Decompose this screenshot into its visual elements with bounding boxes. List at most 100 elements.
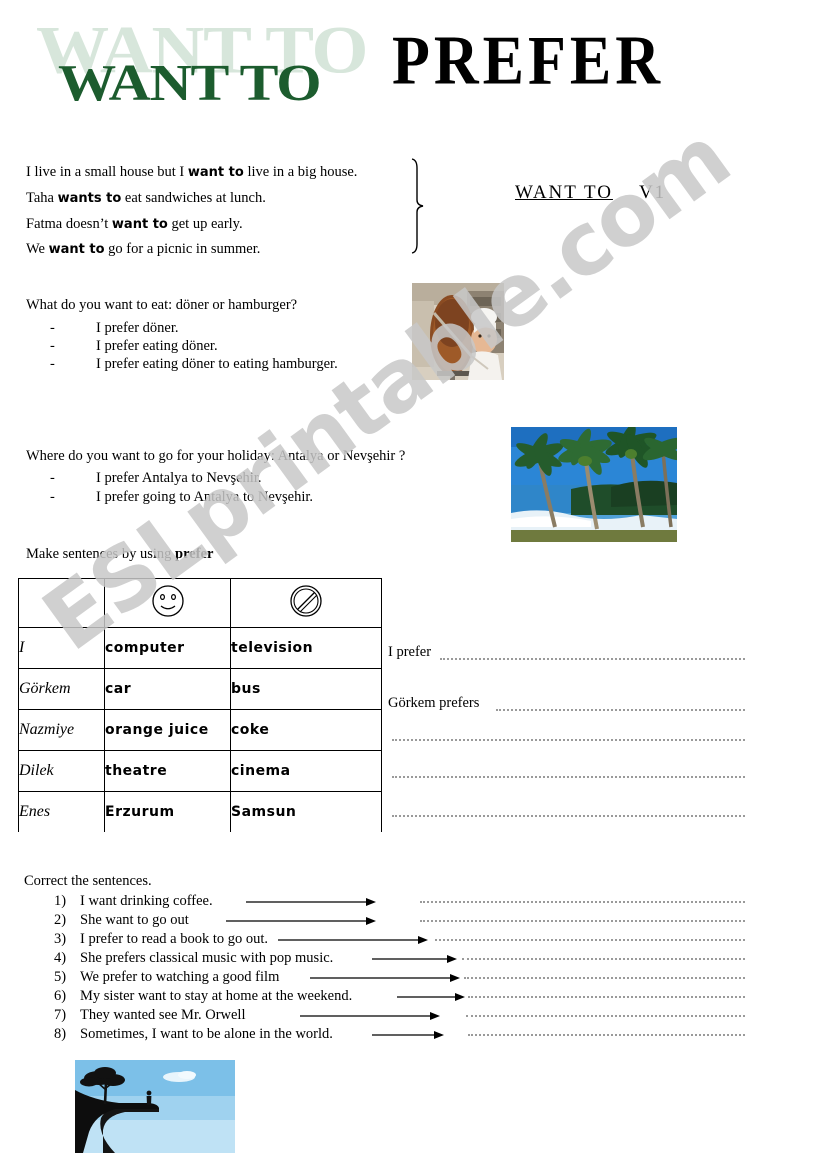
table-cell-name: Enes [18,791,105,832]
arrow-icon [310,970,460,982]
example-1-pre: I live in a small house but I [26,164,188,180]
table-cell-like: theatre [104,750,231,792]
example-2-post: eat sandwiches at lunch. [121,190,266,206]
correct-item-4: 4) She prefers classical music with pop m… [54,950,333,967]
table-cell-dislike: coke [230,709,382,751]
correct-item-7-number: 7) [54,1007,67,1023]
correct-item-8-text: Sometimes, I want to be alone in the wor… [80,1026,333,1042]
correct-answer-line[interactable] [420,920,745,922]
correct-item-8-number: 8) [54,1026,67,1042]
bullet-dash-icon: - [50,320,55,336]
curly-brace-icon [408,158,430,254]
correct-answer-line[interactable] [420,901,745,903]
table-cell-name: Görkem [18,668,105,710]
correct-answer-line[interactable] [468,1034,745,1036]
tropical-beach-photo [511,427,677,542]
table-row: Enes Erzurum Samsun [18,791,382,832]
correct-item-4-text: She prefers classical music with pop mus… [80,950,334,966]
want-to-formula: WANT TO V1 [515,182,666,204]
table-cell-dislike: television [230,627,382,669]
answer-starter-i-prefer: I prefer [388,644,432,660]
correct-item-6: 6) My sister want to stay at home at the … [54,988,352,1005]
example-3-bold: want to [111,217,168,232]
table-cell-dislike: Samsun [230,791,382,832]
answer-dotted-line[interactable] [440,658,745,660]
correct-instruction: Correct the sentences. [24,873,152,889]
answer-dotted-line[interactable] [392,776,745,778]
table-row: Nazmiye orange juice coke [18,709,382,751]
correct-item-3-text: I prefer to read a book to go out. [80,931,269,947]
correct-item-1-number: 1) [54,893,67,909]
doner-answer-1: - I prefer döner. [50,320,179,337]
doner-answer-2: - I prefer eating döner. [50,338,218,355]
correct-item-2: 2) She want to go out [54,912,189,929]
correct-item-2-text: She want to go out [80,912,189,928]
example-3-post: get up early. [167,216,243,232]
doner-answer-1-text: I prefer döner. [96,320,179,336]
want-to-formula-underlined: WANT TO [515,182,613,203]
table-instruction-pre: Make sentences by using [26,546,175,562]
correct-answer-line[interactable] [462,958,745,960]
arrow-icon [372,951,457,963]
correct-item-7: 7) They wanted see Mr. Orwell [54,1007,246,1024]
correct-item-3: 3) I prefer to read a book to go out. [54,931,268,948]
prefer-practice-table: I computer television Görkem car bus Naz… [18,578,382,832]
correct-item-2-number: 2) [54,912,67,928]
arrow-icon [278,932,428,944]
table-cell-like: computer [104,627,231,669]
example-sentence-3: Fatma doesn’t want to get up early. [26,216,243,233]
holiday-question: Where do you want to go for your holiday… [26,448,406,464]
correct-answer-line[interactable] [466,1015,745,1017]
table-instruction: Make sentences by using prefer [26,546,213,563]
answer-dotted-line[interactable] [496,709,745,711]
table-row: Görkem car bus [18,668,382,710]
correct-answer-line[interactable] [468,996,745,998]
arrow-icon [372,1027,444,1039]
prohibited-sign-icon [288,584,324,623]
table-row: I computer television [18,627,382,669]
bullet-dash-icon: - [50,356,55,372]
example-4-pre: We [26,241,49,257]
wordart-want-to: WANT TO WANT TO [28,12,368,127]
table-header-row [18,578,382,628]
correct-item-5-number: 5) [54,969,67,985]
table-cell-dislike: cinema [230,750,382,792]
prefer-title: PREFER [392,23,664,100]
holiday-answer-2: - I prefer going to Antalya to Nevşehir. [50,489,313,506]
want-to-formula-v1: V1 [638,182,667,203]
wordart-main-text: WANT TO [58,55,322,112]
correct-item-5-text: We prefer to watching a good film [80,969,280,985]
correct-item-6-text: My sister want to stay at home at the we… [80,988,353,1004]
correct-item-1-text: I want drinking coffee. [80,893,213,909]
example-4-post: go for a picnic in summer. [104,241,261,257]
doner-question: What do you want to eat: döner or hambur… [26,297,298,313]
bullet-dash-icon: - [50,338,55,354]
example-1-bold: want to [187,165,244,180]
example-4-bold: want to [48,242,105,257]
bullet-dash-icon: - [50,470,55,486]
example-2-bold: wants to [57,191,122,206]
arrow-icon [397,989,465,1001]
answer-starter-gorkem-prefers: Görkem prefers [388,695,480,711]
table-cell-name: I [18,627,105,669]
example-1-post: live in a big house. [243,164,358,180]
worksheet-page: WANT TO WANT TO PREFER I live in a small… [0,0,821,1169]
table-cell-name: Dilek [18,750,105,792]
answer-dotted-line[interactable] [392,815,745,817]
doner-kebab-photo [412,283,504,380]
smiley-face-icon [150,584,186,623]
doner-answer-3: - I prefer eating döner to eating hamburg… [50,356,338,373]
correct-item-5: 5) We prefer to watching a good film [54,969,279,986]
correct-item-8: 8) Sometimes, I want to be alone in the w… [54,1026,333,1043]
answer-dotted-line[interactable] [392,739,745,741]
doner-answer-3-text: I prefer eating döner to eating hamburge… [96,356,338,372]
example-sentence-4: We want to go for a picnic in summer. [26,241,260,258]
correct-item-6-number: 6) [54,988,67,1004]
table-cell-like: orange juice [104,709,231,751]
arrow-icon [226,913,376,925]
doner-answer-2-text: I prefer eating döner. [96,338,218,354]
correct-answer-line[interactable] [464,977,745,979]
correct-answer-line[interactable] [435,939,745,941]
correct-item-4-number: 4) [54,950,67,966]
table-cell-like: car [104,668,231,710]
